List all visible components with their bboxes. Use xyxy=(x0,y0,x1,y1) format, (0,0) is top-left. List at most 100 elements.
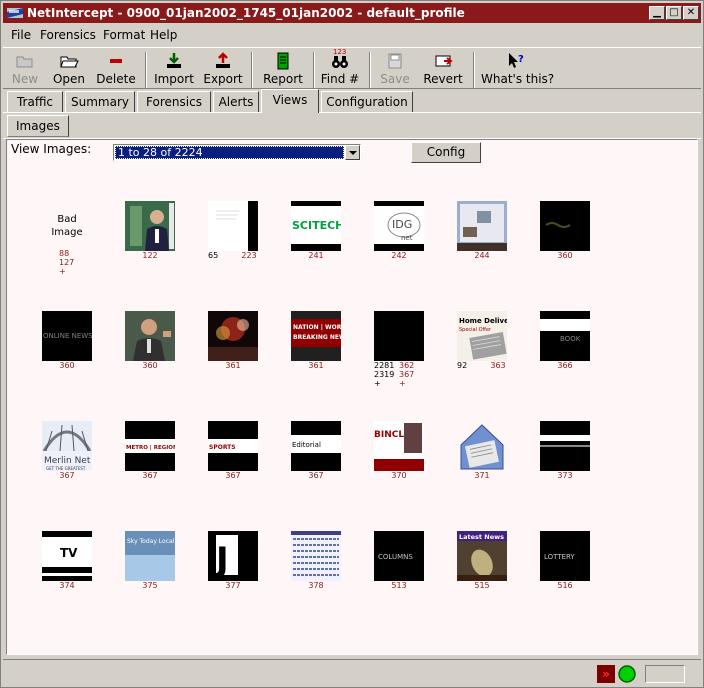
thumb-text: Sky Today Local xyxy=(127,538,175,545)
thumbnail[interactable]: TV xyxy=(42,531,92,581)
thumbnail[interactable]: Editorial xyxy=(291,421,341,471)
toolbar-separator xyxy=(473,52,475,88)
thumbnail[interactable]: Merlin Net GET THE GREATEST xyxy=(42,421,92,471)
thumbnail-item[interactable]: BOOK 366 xyxy=(530,311,600,411)
new-button[interactable]: New xyxy=(7,50,43,88)
thumbnail[interactable]: NATION | WORLD BREAKING NEWS xyxy=(291,311,341,361)
thumbnail-item[interactable]: Latest News 515 xyxy=(447,531,517,631)
menu-forensics[interactable]: Forensics xyxy=(40,28,96,42)
thumbnail-item[interactable]: 373 xyxy=(530,421,600,521)
menu-format[interactable]: Format xyxy=(103,28,145,42)
thumbnail-item[interactable]: COLUMNS 513 xyxy=(364,531,434,631)
thumbnail-item[interactable]: SCITECH 241 xyxy=(281,201,351,301)
thumbnail[interactable] xyxy=(540,421,590,471)
open-button[interactable]: Open xyxy=(49,50,89,88)
minimize-button[interactable]: ▁ xyxy=(649,6,665,20)
thumbnail-item[interactable]: 378 xyxy=(281,531,351,631)
thumbnail-image: COLUMNS xyxy=(374,531,424,581)
thumbnail[interactable]: Latest News xyxy=(457,531,507,581)
thumbnail[interactable]: BOOK xyxy=(540,311,590,361)
thumbnail[interactable] xyxy=(208,201,258,251)
thumbnail-caption: 367 xyxy=(59,471,75,480)
thumbnail[interactable]: IDG net xyxy=(374,201,424,251)
thumbnail-item[interactable]: 2281 2319 +362 367 + xyxy=(364,311,434,411)
thumbnail-item[interactable]: 360 xyxy=(115,311,185,411)
thumbnail[interactable]: BINCLE xyxy=(374,421,424,471)
thumbnail-item[interactable]: 122 xyxy=(115,201,185,301)
title-bar[interactable]: NetIntercept - 0900_01jan2002_1745_01jan… xyxy=(3,3,701,23)
thumbnail-item[interactable]: SPORTS 367 xyxy=(198,421,268,521)
thumbnail-item[interactable]: LOTTERY 516 xyxy=(530,531,600,631)
thumbnail-item[interactable]: 360 xyxy=(530,201,600,301)
thumbnail[interactable]: J xyxy=(208,531,258,581)
tab-configuration[interactable]: Configuration xyxy=(321,91,413,112)
thumbnail[interactable] xyxy=(208,311,258,361)
config-button[interactable]: Config xyxy=(411,142,481,163)
dropdown-arrow-icon[interactable] xyxy=(345,145,360,160)
thumbnail-item[interactable]: TV 374 xyxy=(32,531,102,631)
revert-icon xyxy=(435,55,453,67)
maximize-button[interactable]: □ xyxy=(666,6,682,20)
thumbnail[interactable]: LOTTERY xyxy=(540,531,590,581)
subtab-images[interactable]: Images xyxy=(7,115,69,137)
save-button[interactable]: Save xyxy=(377,50,413,88)
thumbnail-item[interactable]: Merlin Net GET THE GREATEST 367 xyxy=(32,421,102,521)
thumbnail[interactable]: SCITECH xyxy=(291,201,341,251)
thumbnail-item[interactable]: 244 xyxy=(447,201,517,301)
thumbnail-caption: 367 xyxy=(225,471,241,480)
thumbnail-image: BINCLE xyxy=(374,421,424,471)
thumbnail-item[interactable]: ONLINE NEWS 360 xyxy=(32,311,102,411)
thumbnail-item[interactable]: 361 xyxy=(198,311,268,411)
thumbnail-item[interactable]: Editorial 367 xyxy=(281,421,351,521)
menu-help[interactable]: Help xyxy=(150,28,177,42)
thumb-text: net xyxy=(401,234,413,242)
thumbnail-item[interactable]: IDG net 242 xyxy=(364,201,434,301)
thumbnail-item[interactable]: Home DeliverySpecial Offer92363 xyxy=(447,311,517,411)
thumbnail[interactable]: Sky Today Local xyxy=(125,531,175,581)
thumbnail[interactable] xyxy=(374,311,424,361)
thumbnail[interactable]: ONLINE NEWS xyxy=(42,311,92,361)
thumbnail-caption: 513 xyxy=(391,581,407,590)
tab-forensics[interactable]: Forensics xyxy=(137,91,211,112)
tab-traffic[interactable]: Traffic xyxy=(7,91,63,112)
thumbnail-item[interactable]: 371 xyxy=(447,421,517,521)
tab-views[interactable]: Views xyxy=(261,89,319,113)
thumbnail[interactable]: Home Delivery Special Offer xyxy=(457,311,507,361)
thumbnail-item[interactable]: METRO | REGION 367 xyxy=(115,421,185,521)
thumbnail-item[interactable]: 65 223 xyxy=(198,201,268,301)
folder-new-icon xyxy=(16,56,33,68)
thumbnail[interactable] xyxy=(457,201,507,251)
thumbnail-caption: 366 xyxy=(557,361,573,370)
thumbnail-image xyxy=(208,201,258,251)
thumbnail[interactable] xyxy=(540,201,590,251)
thumbnail-item[interactable]: NATION | WORLD BREAKING NEWS 361 xyxy=(281,311,351,411)
thumbnail[interactable]: SPORTS xyxy=(208,421,258,471)
thumbnail[interactable] xyxy=(125,201,175,251)
thumbnail[interactable] xyxy=(291,531,341,581)
menu-file[interactable]: File xyxy=(11,28,31,42)
toolbar-separator xyxy=(145,52,147,88)
import-button[interactable]: Import xyxy=(153,50,195,88)
delete-button[interactable]: Delete xyxy=(95,50,137,88)
report-button[interactable]: Report xyxy=(259,50,307,88)
thumbnail[interactable]: COLUMNS xyxy=(374,531,424,581)
thumbnail[interactable]: METRO | REGION xyxy=(125,421,175,471)
thumbnail-image xyxy=(457,201,507,251)
thumbnail[interactable] xyxy=(125,311,175,361)
find-button[interactable]: 123 Find # xyxy=(319,48,361,88)
whats-this-label: What's this? xyxy=(481,72,555,86)
whats-this-button[interactable]: ? What's this? xyxy=(481,50,555,88)
image-range-select[interactable]: 1 to 28 of 2224 xyxy=(113,144,361,161)
thumbnail-item[interactable]: J 377 xyxy=(198,531,268,631)
thumb-text: Home Delivery xyxy=(459,317,507,325)
tab-summary[interactable]: Summary xyxy=(65,91,135,112)
revert-button[interactable]: Revert xyxy=(419,50,467,88)
thumbnail[interactable] xyxy=(457,421,507,471)
thumbnail-item[interactable]: Bad Image 88 127 + xyxy=(32,201,102,301)
thumbnail-caption: 374 xyxy=(59,581,75,590)
close-button[interactable]: ✕ xyxy=(683,6,699,20)
tab-alerts[interactable]: Alerts xyxy=(213,91,259,112)
thumbnail-item[interactable]: Sky Today Local 375 xyxy=(115,531,185,631)
thumbnail-item[interactable]: BINCLE 370 xyxy=(364,421,434,521)
export-button[interactable]: Export xyxy=(201,50,245,88)
